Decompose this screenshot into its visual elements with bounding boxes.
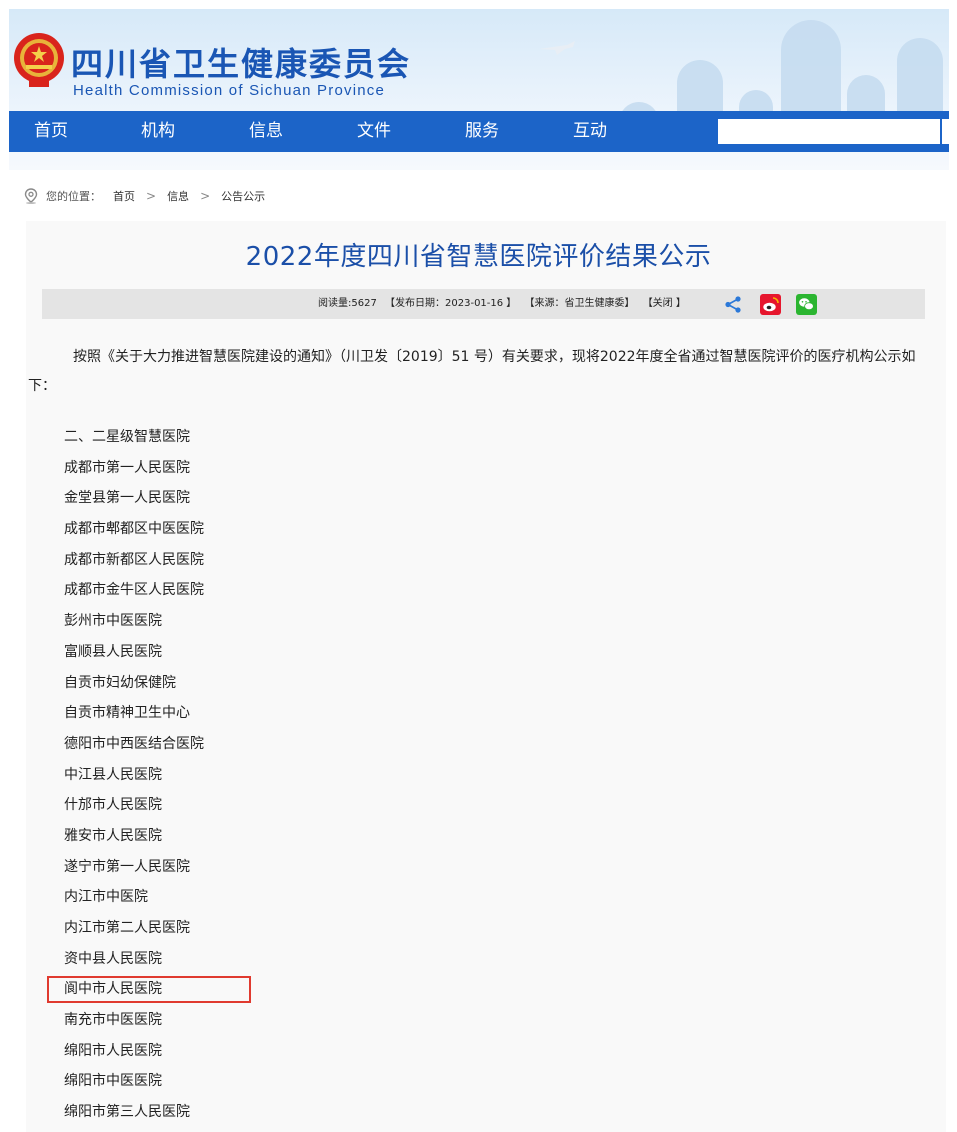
article-meta-text: 阅读量:5627 【发布日期：2023-01-16 】 【来源：省卫生健康委】 … (318, 289, 686, 319)
list-item: 雅安市人民医院 (64, 827, 162, 844)
list-item: 南充市中医医院 (64, 1012, 162, 1029)
breadcrumb-link-notices[interactable]: 公告公示 (221, 188, 265, 204)
list-item: 遂宁市第一人民医院 (64, 858, 190, 875)
close-link[interactable]: 【关闭 】 (643, 298, 686, 309)
list-item: 什邡市人民医院 (64, 797, 162, 814)
site-subtitle: Health Commission of Sichuan Province (73, 82, 386, 99)
weibo-icon[interactable] (760, 294, 781, 315)
nav-item-interaction[interactable]: 互动 (573, 111, 607, 152)
list-item: 中江县人民医院 (64, 766, 162, 783)
nav-item-organization[interactable]: 机构 (141, 111, 175, 152)
nav-item-information[interactable]: 信息 (249, 111, 283, 152)
article-source: 【来源：省卫生健康委】 (524, 298, 635, 309)
list-item: 金堂县第一人民医院 (64, 490, 190, 507)
list-item: 富顺县人民医院 (64, 643, 162, 660)
breadcrumb-separator: > (200, 189, 211, 203)
wechat-icon[interactable] (796, 294, 817, 315)
breadcrumb-separator: > (146, 189, 157, 203)
airplane-icon (539, 41, 575, 55)
breadcrumb: 您的位置： 首页 > 信息 > 公告公示 (24, 187, 265, 205)
nav-item-documents[interactable]: 文件 (357, 111, 391, 152)
list-item: 成都市新都区人民医院 (64, 551, 204, 568)
list-item: 内江市第二人民医院 (64, 920, 190, 936)
list-item: 自贡市精神卫生中心 (64, 705, 190, 722)
nav-item-home[interactable]: 首页 (34, 111, 68, 152)
nav-item-services[interactable]: 服务 (465, 111, 499, 152)
list-item: 绵阳市中医医院 (64, 1073, 162, 1090)
list-item: 内江市中医院 (64, 889, 148, 906)
list-item: 成都市郫都区中医医院 (64, 521, 204, 538)
breadcrumb-link-information[interactable]: 信息 (167, 188, 189, 204)
list-item: 资中县人民医院 (64, 950, 162, 967)
location-pin-icon (24, 188, 38, 204)
view-count: 阅读量:5627 (318, 298, 377, 309)
list-item: 绵阳市人民医院 (64, 1042, 162, 1059)
breadcrumb-link-home[interactable]: 首页 (113, 188, 135, 204)
share-icon[interactable] (723, 294, 744, 315)
article-title: 2022年度四川省智慧医院评价结果公示 (245, 242, 712, 272)
list-section-heading: 二、二星级智慧医院 (64, 429, 190, 445)
search-button[interactable] (940, 119, 951, 144)
publish-date: 【发布日期：2023-01-16 】 (385, 298, 517, 309)
hospital-list: 二、二星级智慧医院 成都市第一人民医院 金堂县第一人民医院 成都市郫都区中医医院… (64, 422, 204, 1128)
search-input[interactable] (718, 119, 940, 144)
list-item: 绵阳市第三人民医院 (64, 1104, 190, 1121)
list-item: 彭州市中医医院 (64, 613, 162, 630)
highlight-box (47, 976, 251, 1003)
site-title[interactable]: 四川省卫生健康委员会 (71, 39, 411, 85)
main-nav: 首页 机构 信息 文件 服务 互动 (9, 111, 951, 152)
list-item: 德阳市中西医结合医院 (64, 735, 204, 752)
list-item: 成都市金牛区人民医院 (64, 582, 204, 599)
breadcrumb-label: 您的位置： (46, 190, 101, 203)
list-item: 成都市第一人民医院 (64, 459, 190, 476)
national-emblem-icon (14, 33, 64, 87)
article-intro: 按照《关于大力推进智慧医院建设的通知》（川卫发〔2019〕51 号）有关要求，现… (28, 349, 916, 394)
list-item: 自贡市妇幼保健院 (64, 674, 176, 691)
article-meta-bar: 阅读量:5627 【发布日期：2023-01-16 】 【来源：省卫生健康委】 … (42, 289, 925, 319)
